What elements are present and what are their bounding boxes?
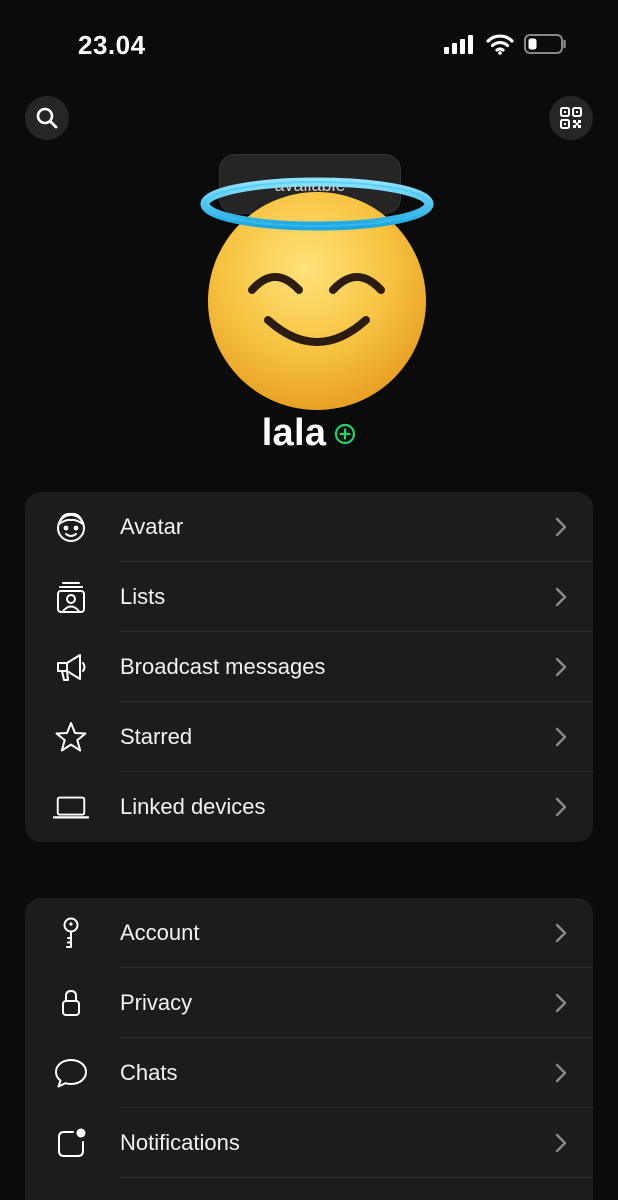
chevron-right-icon xyxy=(555,657,567,677)
profile-name-row: lala xyxy=(0,412,618,455)
menu-item-label: Broadcast messages xyxy=(120,654,326,679)
add-status-icon[interactable] xyxy=(334,423,356,445)
chevron-right-icon xyxy=(555,797,567,817)
menu-item-label: Starred xyxy=(120,724,193,749)
menu-item-label: Chats xyxy=(120,1060,178,1085)
key-icon xyxy=(53,915,89,951)
lists-icon xyxy=(53,579,89,615)
menu-item-avatar[interactable]: Avatar xyxy=(25,492,593,562)
chevron-right-icon xyxy=(555,1133,567,1153)
menu-item-privacy[interactable]: Privacy xyxy=(25,968,593,1038)
qr-code-icon xyxy=(560,107,582,129)
megaphone-icon xyxy=(53,649,89,685)
search-icon xyxy=(36,107,58,129)
settings-group-secondary: Account Privacy Chats Notifications xyxy=(25,898,593,1200)
status-icons xyxy=(444,33,568,55)
status-time: 23.04 xyxy=(78,30,146,60)
menu-item-label: Privacy xyxy=(120,990,193,1015)
menu-item-label: Linked devices xyxy=(120,794,266,819)
chat-bubble-icon xyxy=(53,1055,89,1091)
chevron-right-icon xyxy=(555,587,567,607)
profile-name[interactable]: lala xyxy=(262,412,327,455)
menu-item-label: Notifications xyxy=(120,1130,240,1155)
chevron-right-icon xyxy=(555,517,567,537)
status-bar: 23.04 xyxy=(0,0,618,92)
menu-item-account[interactable]: Account xyxy=(25,898,593,968)
settings-group-primary: Avatar Lists Broadcast messages Starred … xyxy=(25,492,593,842)
lock-icon xyxy=(53,985,89,1021)
avatar-icon xyxy=(53,509,89,545)
halo-smiling-face-icon xyxy=(200,177,434,410)
star-icon xyxy=(53,719,89,755)
menu-item-label: Account xyxy=(120,920,200,945)
menu-item-lists[interactable]: Lists xyxy=(25,562,593,632)
menu-item-linked-devices[interactable]: Linked devices xyxy=(25,772,593,842)
wifi-icon xyxy=(486,34,514,55)
qr-code-button[interactable] xyxy=(549,96,593,140)
chevron-right-icon xyxy=(555,993,567,1013)
menu-item-chats[interactable]: Chats xyxy=(25,1038,593,1108)
chevron-right-icon xyxy=(555,727,567,747)
divider xyxy=(120,1177,593,1178)
chevron-right-icon xyxy=(555,923,567,943)
menu-item-notifications[interactable]: Notifications xyxy=(25,1108,593,1178)
cellular-signal-icon xyxy=(444,35,473,54)
menu-item-broadcast-messages[interactable]: Broadcast messages xyxy=(25,632,593,702)
battery-icon xyxy=(524,34,566,54)
notification-icon xyxy=(53,1125,89,1161)
chevron-right-icon xyxy=(555,1063,567,1083)
menu-item-starred[interactable]: Starred xyxy=(25,702,593,772)
menu-item-label: Lists xyxy=(120,584,166,609)
avatar[interactable] xyxy=(195,168,440,413)
search-button[interactable] xyxy=(25,96,69,140)
menu-item-label: Avatar xyxy=(120,514,184,539)
laptop-icon xyxy=(53,789,89,825)
